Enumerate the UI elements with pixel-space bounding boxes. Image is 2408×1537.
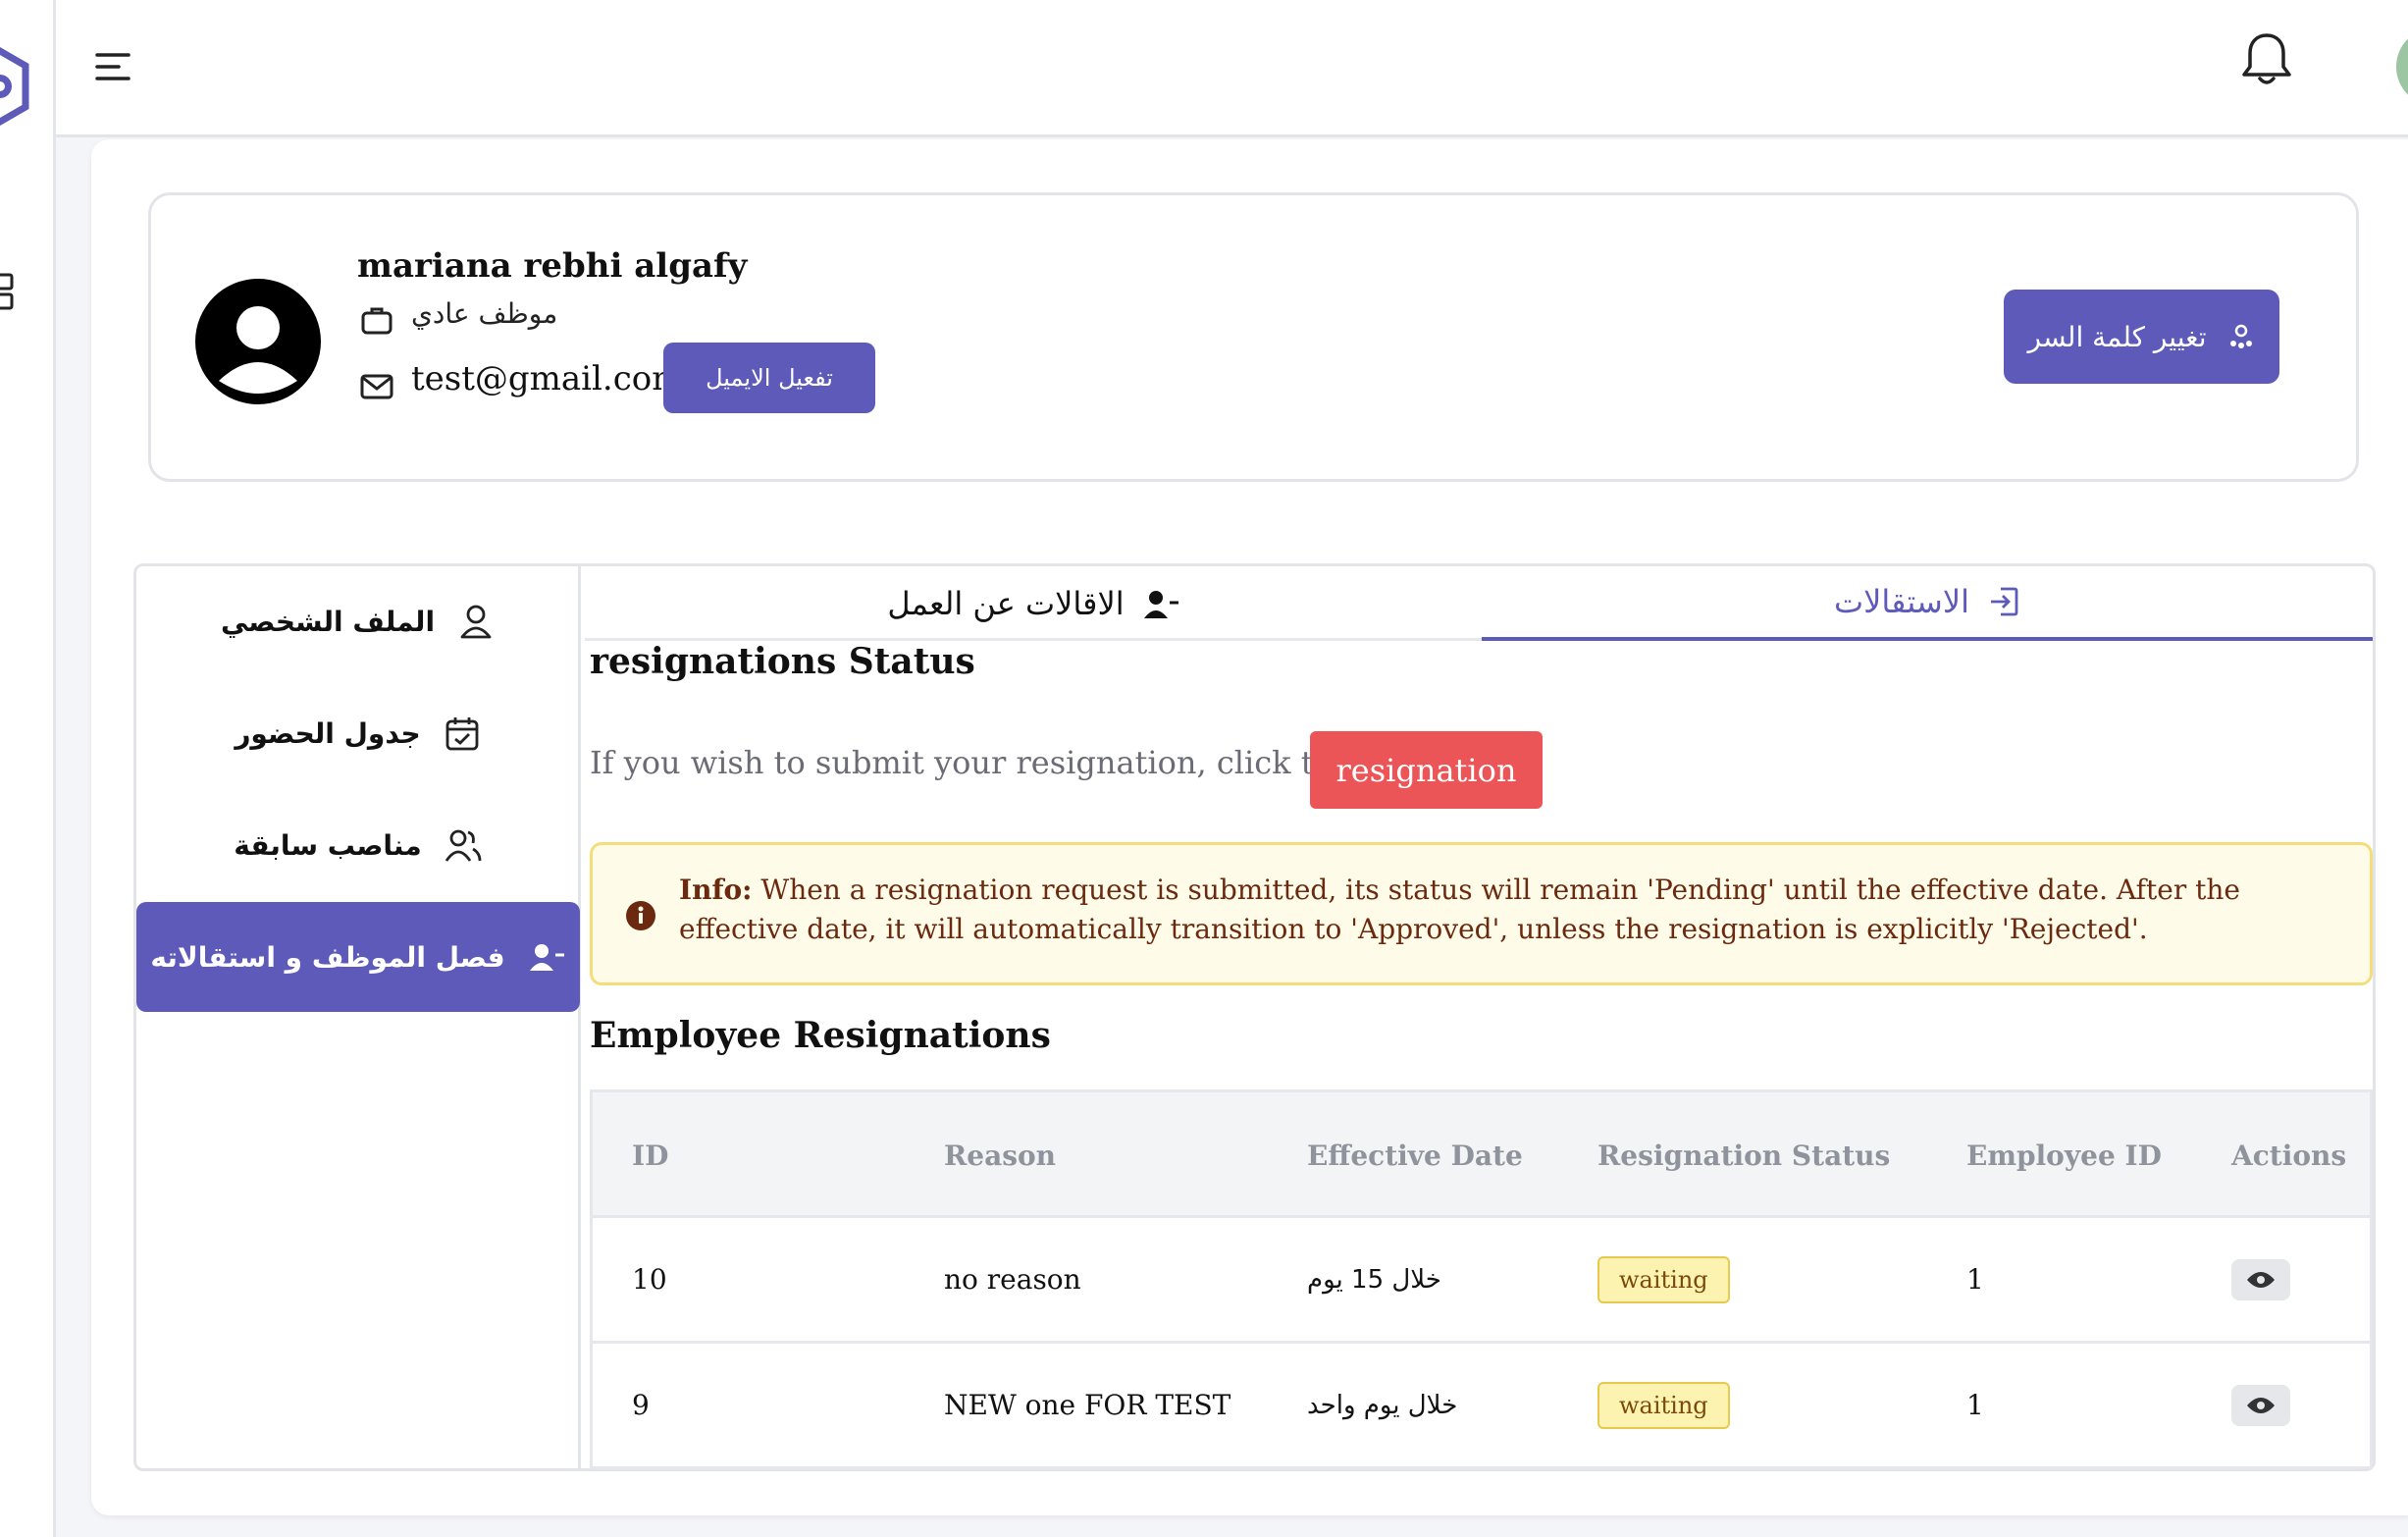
sign-in-icon [1990,587,2018,616]
cell-employee-id: 1 [1966,1389,1984,1421]
profile-name: mariana rebhi algafy [357,246,748,286]
info-alert: Info: When a resignation request is subm… [590,842,2373,985]
column-header-effective-date: Effective Date [1307,1139,1523,1172]
sidebar [0,0,56,1537]
user-avatar[interactable] [2396,27,2408,106]
nav-item-label: الملف الشخصي [220,605,436,638]
cell-id: 9 [632,1389,650,1421]
info-text: When a resignation request is submitted,… [679,874,2240,945]
top-bar [56,0,2408,137]
cell-reason: NEW one FOR TEST [944,1389,1231,1421]
user-icon [460,605,492,639]
status-badge: waiting [1597,1381,1730,1429]
table-row: 10 no reason خلال 15 يوم waiting 1 [593,1218,2370,1344]
activate-email-button[interactable]: تفعيل الايميل [663,343,875,413]
column-header-employee-id: Employee ID [1966,1139,2162,1172]
bell-icon[interactable] [2238,29,2295,90]
cell-reason: no reason [944,1263,1081,1296]
nav-item-label: فصل الموظف و استقالاته [150,940,505,974]
view-button[interactable] [2231,1384,2290,1426]
info-message: Info: When a resignation request is subm… [679,871,2347,949]
cell-status: waiting [1597,1344,1730,1466]
cell-effective-date: خلال يوم واحد [1307,1390,1458,1420]
resignation-submit-text: If you wish to submit your resignation, … [590,744,1353,781]
nav-item-attendance[interactable]: جدول الحضور [136,678,580,788]
mail-icon [360,374,393,399]
info-label: Info: [679,874,753,906]
change-password-label: تغيير كلمة السر [2027,320,2207,353]
column-header-actions: Actions [2231,1139,2347,1172]
resignations-table: ID Reason Effective Date Resignation Sta… [590,1089,2373,1469]
menu-icon[interactable] [93,47,132,86]
users-icon [445,829,482,862]
view-button[interactable] [2231,1258,2290,1300]
tab-resignations[interactable]: الاستقالات [1482,566,2373,641]
profile-avatar-icon [195,279,321,404]
tab-label: الاقالات عن العمل [887,585,1125,622]
calendar-check-icon [445,717,479,751]
nav-item-label: مناصب سابقة [234,828,422,862]
column-header-resignation-status: Resignation Status [1597,1139,1891,1172]
key-users-icon [2229,324,2252,348]
nav-item-dismissal-resignations[interactable]: فصل الموظف و استقالاته [136,902,580,1012]
profile-side-nav: الملف الشخصي جدول الحضور مناصب سابقة فصل… [136,566,581,1469]
info-icon [626,901,655,930]
cell-id: 10 [632,1263,667,1296]
tab-dismissals[interactable]: الاقالات عن العمل [585,566,1482,641]
cell-employee-id: 1 [1966,1263,1984,1296]
change-password-button[interactable]: تغيير كلمة السر [2004,290,2279,384]
briefcase-icon [361,307,393,335]
resignation-status-title: resignations Status [590,641,975,682]
tab-label: الاستقالات [1834,583,1969,620]
cell-actions [2231,1218,2290,1341]
nav-item-previous-positions[interactable]: مناصب سابقة [136,790,580,900]
profile-email: test@gmail.com [411,359,684,398]
eye-icon [2247,1397,2275,1413]
tabs: الاقالات عن العمل الاستقالات [585,566,2373,641]
status-badge: waiting [1597,1255,1730,1303]
dashboard-icon[interactable] [0,273,16,312]
resignation-button[interactable]: resignation [1310,731,1543,809]
column-header-id: ID [632,1139,669,1172]
column-header-reason: Reason [944,1139,1057,1172]
profile-card: mariana rebhi algafy موظف عادي test@gmai… [148,192,2359,482]
user-minus-icon [529,944,564,971]
profile-role: موظف عادي [411,297,558,330]
eye-icon [2247,1271,2275,1288]
user-minus-icon [1143,591,1178,618]
cell-actions [2231,1344,2290,1466]
cell-status: waiting [1597,1218,1730,1341]
table-row: 9 NEW one FOR TEST خلال يوم واحد waiting… [593,1344,2370,1469]
logo-icon[interactable] [0,47,29,126]
cell-effective-date: خلال 15 يوم [1307,1264,1441,1295]
table-header: ID Reason Effective Date Resignation Sta… [593,1092,2370,1218]
employee-resignations-title: Employee Resignations [590,1015,1051,1056]
nav-item-profile[interactable]: الملف الشخصي [136,566,580,676]
nav-item-label: جدول الحضور [235,716,421,750]
